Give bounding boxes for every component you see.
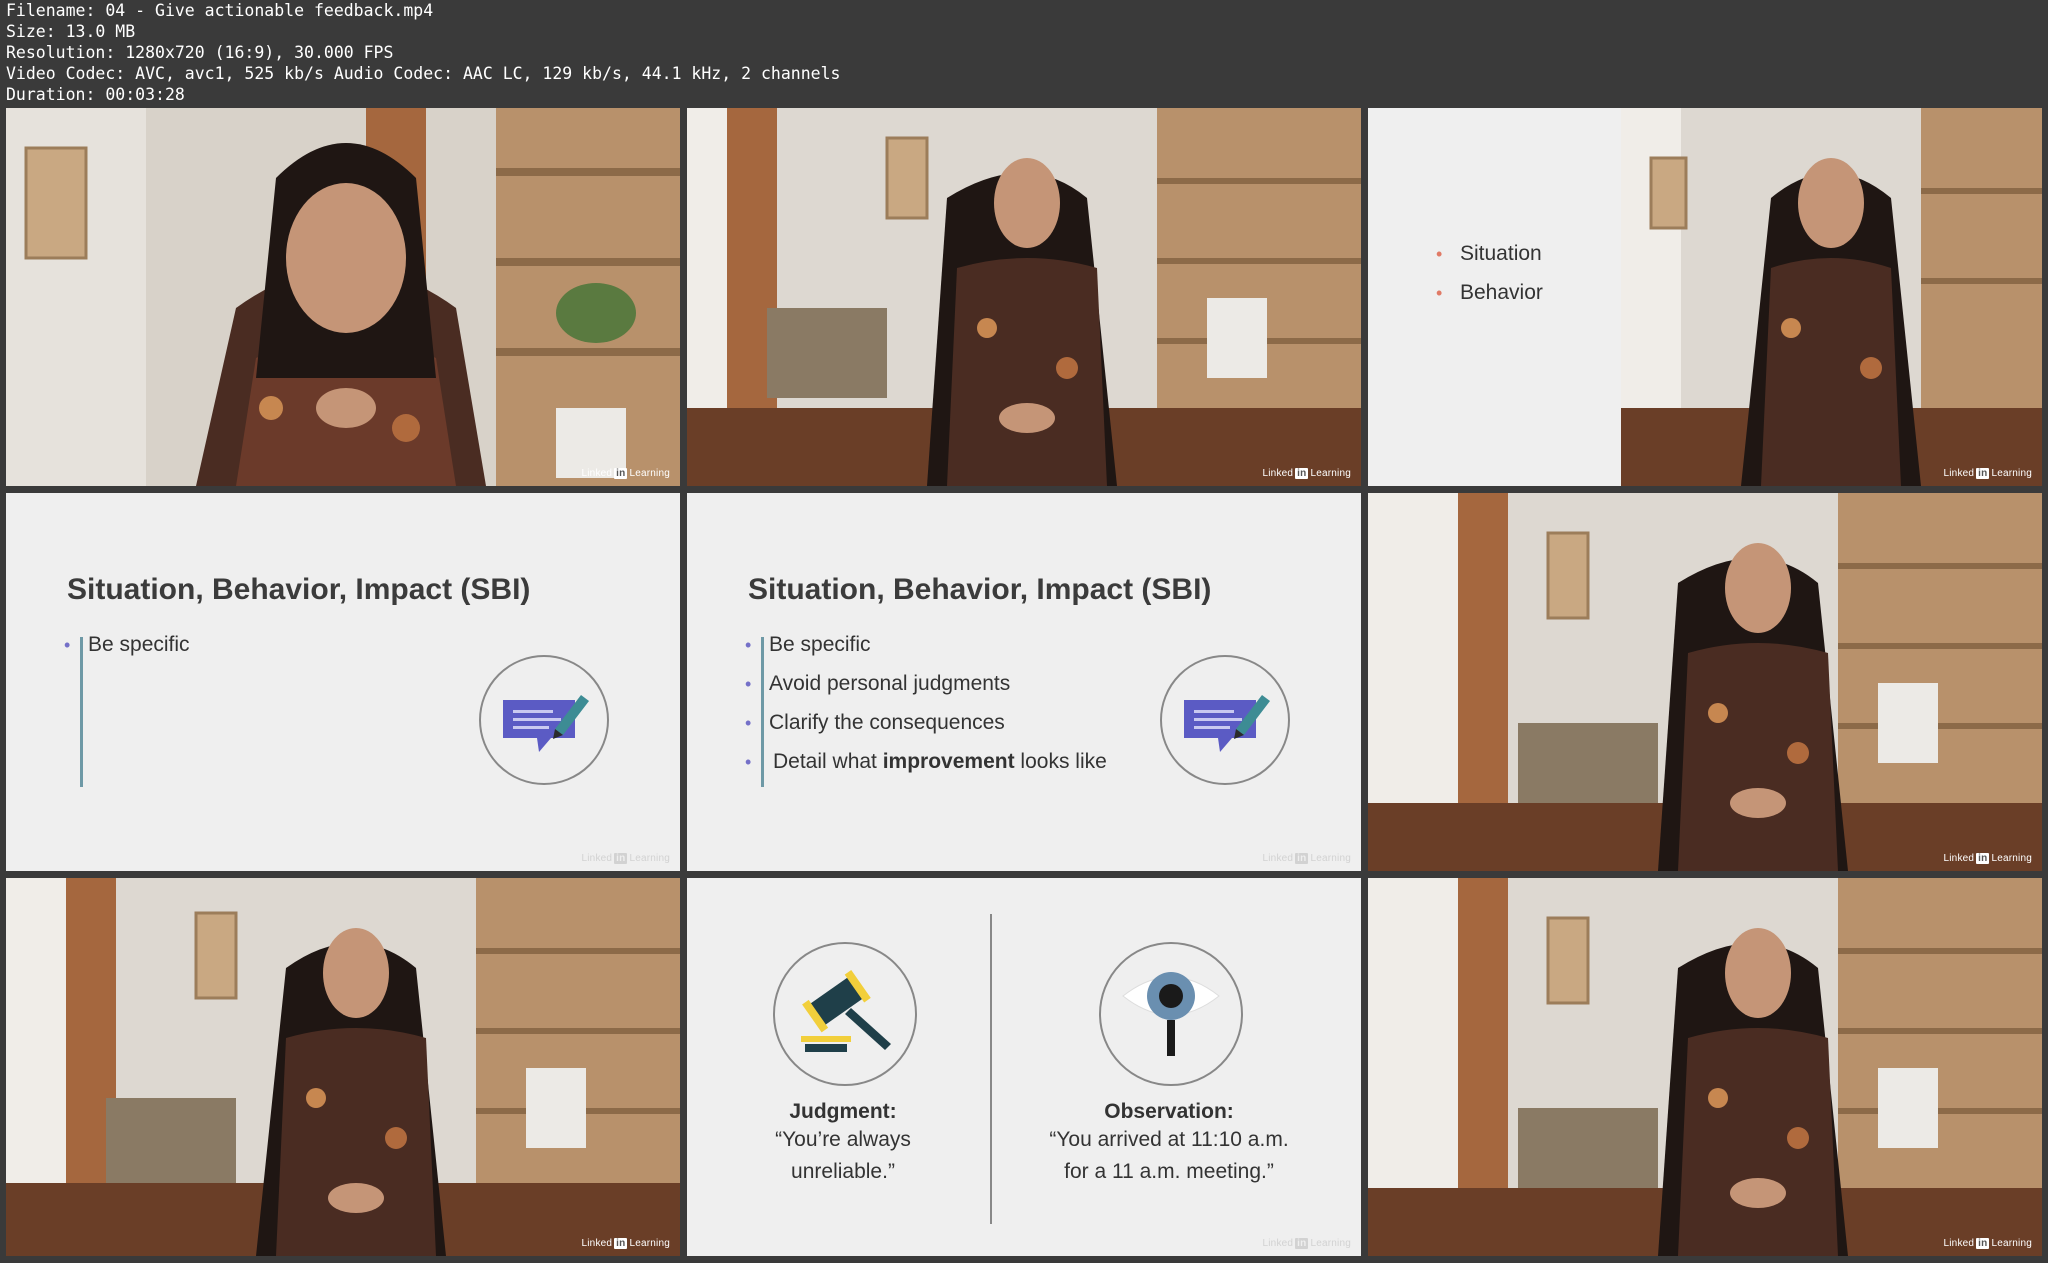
presenter-wide-image (1368, 493, 2042, 871)
thumbnail-7[interactable]: Linked in Learning (6, 878, 680, 1256)
size-text: Size: 13.0 MB (6, 22, 136, 41)
gavel-icon (773, 942, 917, 1086)
observation-quote-line: for a 11 a.m. meeting.” (1064, 1160, 1274, 1183)
judgment-label: Judgment: (789, 1100, 897, 1123)
filename-text: Filename: 04 - Give actionable feedback.… (6, 1, 434, 20)
duration-text: Duration: 00:03:28 (6, 85, 185, 104)
thumbnail-8[interactable]: Judgment: “You’re always unreliable.” Ob… (687, 878, 1361, 1256)
thumbnail-1[interactable]: Linked in Learning (6, 108, 680, 486)
thumbnail-9[interactable]: Linked in Learning (1368, 878, 2042, 1256)
accent-bar (761, 637, 764, 787)
resolution-text: Resolution: 1280x720 (16:9), 30.000 FPS (6, 43, 394, 62)
linkedin-learning-watermark: Linked in Learning (581, 1238, 670, 1249)
judgment-quote-line: unreliable.” (791, 1160, 895, 1183)
thumbnail-6[interactable]: Linked in Learning (1368, 493, 2042, 871)
linkedin-learning-watermark: Linked in Learning (1262, 853, 1351, 864)
chat-pencil-icon (1160, 655, 1290, 785)
slide-title: Situation, Behavior, Impact (SBI) (67, 573, 531, 606)
file-info-header: Filename: 04 - Give actionable feedback.… (6, 0, 1206, 105)
presenter-wide-image (1368, 878, 2042, 1256)
presenter-image (1621, 108, 2042, 486)
linkedin-learning-watermark: Linked in Learning (1943, 1238, 2032, 1249)
observation-block: Observation: “You arrived at 11:10 a.m. … (1019, 1100, 1319, 1188)
thumbnail-2[interactable]: Linked in Learning (687, 108, 1361, 486)
thumbnail-4[interactable]: Situation, Behavior, Impact (SBI) • Be sp… (6, 493, 680, 871)
linkedin-learning-watermark: Linked in Learning (1262, 1238, 1351, 1249)
observation-quote-line: “You arrived at 11:10 a.m. (1049, 1128, 1289, 1151)
accent-bar (80, 637, 83, 787)
linkedin-learning-watermark: Linked in Learning (1943, 853, 2032, 864)
presenter-wide-image (6, 878, 680, 1256)
chat-pencil-icon (479, 655, 609, 785)
thumbnail-5[interactable]: Situation, Behavior, Impact (SBI) • Be sp… (687, 493, 1361, 871)
thumbnail-3[interactable]: • Situation • Behavior Linked in Learning (1368, 108, 2042, 486)
linkedin-learning-watermark: Linked in Learning (1262, 468, 1351, 479)
judgment-block: Judgment: “You’re always unreliable.” (693, 1100, 993, 1188)
presenter-wide-image (687, 108, 1361, 486)
presenter-closeup-image (6, 108, 680, 486)
linkedin-learning-watermark: Linked in Learning (581, 468, 670, 479)
observation-label: Observation: (1104, 1100, 1234, 1123)
magnifier-eye-icon (1099, 942, 1243, 1086)
linkedin-learning-watermark: Linked in Learning (1943, 468, 2032, 479)
slide-title: Situation, Behavior, Impact (SBI) (748, 573, 1212, 606)
codec-text: Video Codec: AVC, avc1, 525 kb/s Audio C… (6, 64, 841, 83)
judgment-quote-line: “You’re always (775, 1128, 911, 1151)
linkedin-learning-watermark: Linked in Learning (581, 853, 670, 864)
